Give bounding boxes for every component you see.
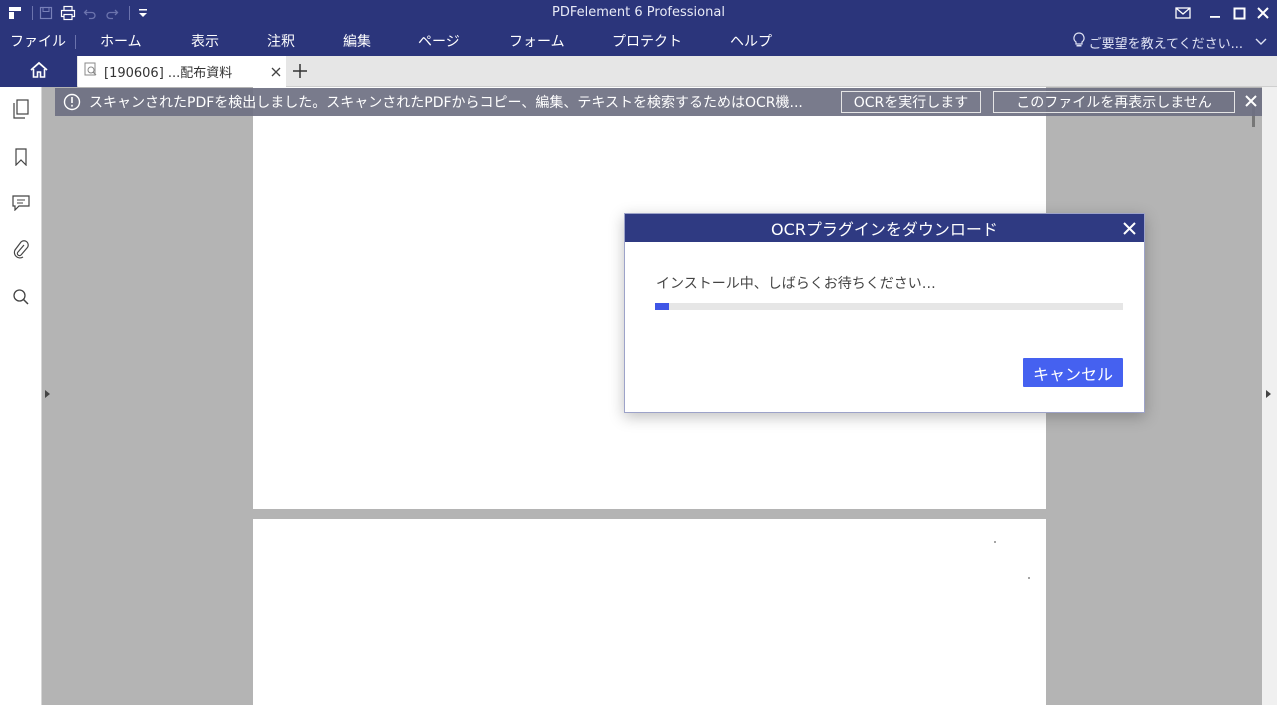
- progress-bar: [655, 303, 1123, 310]
- search-icon[interactable]: [11, 287, 31, 307]
- window-title: PDFelement 6 Professional: [552, 5, 725, 20]
- scan-speck: [1028, 577, 1030, 579]
- attachment-icon[interactable]: [11, 240, 31, 260]
- run-ocr-button[interactable]: OCRを実行します: [841, 91, 981, 113]
- home-tab[interactable]: [0, 56, 77, 87]
- ocr-download-dialog: OCRプラグインをダウンロード インストール中、しばらくお待ちください… キャン…: [624, 213, 1145, 413]
- menu-page[interactable]: ページ: [418, 31, 460, 51]
- menu-edit[interactable]: 編集: [343, 31, 371, 51]
- maximize-button[interactable]: [1228, 3, 1250, 23]
- dont-show-again-button[interactable]: このファイルを再表示しません: [993, 91, 1235, 113]
- close-window-button[interactable]: [1252, 3, 1274, 23]
- lightbulb-icon: [1073, 32, 1085, 52]
- thumbnails-icon[interactable]: [11, 99, 31, 119]
- expand-right-panel-icon[interactable]: [1266, 390, 1271, 398]
- add-tab-button[interactable]: [289, 60, 311, 82]
- cancel-button[interactable]: キャンセル: [1023, 358, 1123, 387]
- install-status-text: インストール中、しばらくお待ちください…: [656, 276, 936, 292]
- dialog-title: OCRプラグインをダウンロード: [771, 220, 998, 239]
- close-dialog-icon[interactable]: [1120, 219, 1138, 237]
- title-bar: PDFelement 6 Professional: [0, 0, 1277, 27]
- tab-bar: [190606] ...配布資料: [0, 56, 1277, 87]
- document-tab-label: [190606] ...配布資料: [104, 66, 233, 81]
- comment-icon[interactable]: [11, 193, 31, 213]
- progress-fill: [655, 303, 670, 310]
- ocr-notification-bar: スキャンされたPDFを検出しました。スキャンされたPDFからコピー、編集、テキス…: [55, 88, 1262, 116]
- close-tab-icon[interactable]: [266, 63, 286, 81]
- menu-help[interactable]: ヘルプ: [730, 31, 772, 51]
- scanned-doc-icon: [84, 62, 98, 81]
- notification-message: スキャンされたPDFを検出しました。スキャンされたPDFからコピー、編集、テキス…: [89, 95, 803, 111]
- document-tab[interactable]: [190606] ...配布資料: [78, 56, 286, 87]
- scan-speck: [994, 541, 996, 543]
- dialog-header: OCRプラグインをダウンロード: [625, 214, 1144, 242]
- pdf-page: [253, 519, 1046, 705]
- minimize-button[interactable]: [1204, 3, 1226, 23]
- home-icon: [29, 61, 49, 83]
- menu-comment[interactable]: 注釈: [267, 31, 295, 51]
- close-notification-icon[interactable]: [1242, 92, 1260, 110]
- left-sidebar: [0, 87, 42, 705]
- menu-file[interactable]: ファイル: [10, 31, 66, 51]
- mail-icon[interactable]: [1172, 3, 1194, 23]
- menu-view[interactable]: 表示: [191, 31, 219, 51]
- menu-form[interactable]: フォーム: [509, 31, 565, 51]
- feedback-label: ご要望を教えてください...: [1088, 36, 1243, 52]
- feedback-search[interactable]: ご要望を教えてください...: [1073, 32, 1267, 52]
- menu-home[interactable]: ホーム: [100, 31, 142, 51]
- bookmark-icon[interactable]: [11, 147, 31, 167]
- menu-protect[interactable]: プロテクト: [612, 31, 682, 51]
- info-icon: [63, 93, 81, 111]
- chevron-down-icon: [1255, 35, 1267, 50]
- expand-left-panel-icon[interactable]: [45, 390, 50, 398]
- menu-bar: ファイル ホーム 表示 注釈 編集 ページ フォーム プロテクト ヘルプ ご要望…: [0, 27, 1277, 56]
